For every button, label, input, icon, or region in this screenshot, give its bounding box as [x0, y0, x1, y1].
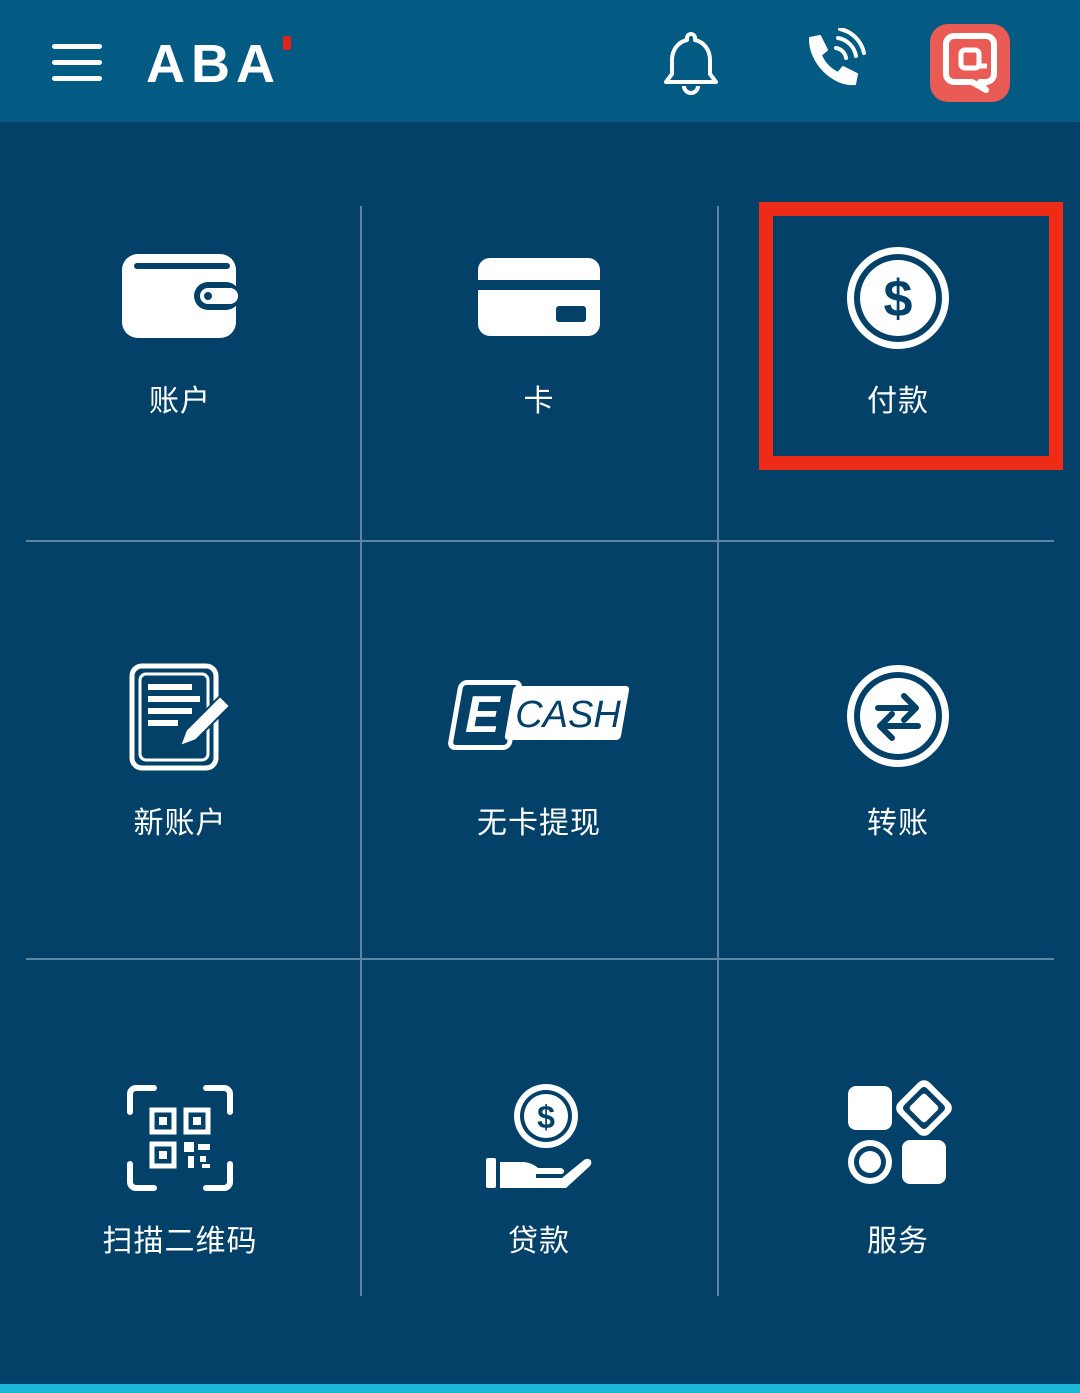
- main-menu-grid: 账户 卡 $ 付款 新账户 E CASH 无卡提现 转账 扫描二维码 $ 贷款 …: [0, 122, 1080, 1384]
- tile-label: 新账户: [133, 806, 227, 841]
- tile-label: 服务: [867, 1224, 929, 1259]
- menu-tile-loans[interactable]: $ 贷款: [361, 960, 717, 1296]
- ecash-text: CASH: [515, 694, 621, 736]
- tile-label: 转账: [867, 806, 929, 841]
- menu-tile-cards[interactable]: 卡: [361, 206, 717, 540]
- phone-icon-svg: [808, 27, 866, 86]
- menu-line: [52, 44, 102, 49]
- logo-red-mark: [283, 36, 291, 50]
- menu-tile-accounts[interactable]: 账户: [2, 206, 358, 540]
- phone-call-icon[interactable]: [796, 27, 866, 98]
- app-logo: ABA: [146, 34, 281, 94]
- tile-label: 付款: [867, 384, 929, 419]
- tile-label: 账户: [149, 384, 211, 419]
- bell-icon-svg: [664, 32, 718, 95]
- grid-divider: [717, 206, 719, 1296]
- tile-label: 无卡提现: [477, 806, 601, 841]
- card-icon: [476, 256, 602, 342]
- svg-text:$: $: [537, 1099, 555, 1135]
- loan-hand-coin-icon: $: [484, 1082, 594, 1196]
- chat-icon-svg: [943, 33, 997, 93]
- dollar-coin-icon: $: [844, 244, 952, 356]
- ecash-icon: E CASH: [446, 678, 630, 754]
- tile-label: 卡: [523, 384, 555, 419]
- new-account-form-icon: [128, 662, 232, 778]
- wallet-icon: [120, 250, 240, 346]
- tile-label: 扫描二维码: [102, 1224, 258, 1259]
- bottom-accent-bar: [0, 1384, 1080, 1393]
- qr-scan-icon: [126, 1084, 234, 1196]
- menu-tile-new-account[interactable]: 新账户: [2, 542, 358, 958]
- menu-line: [52, 60, 102, 65]
- menu-tile-payments[interactable]: $ 付款: [720, 206, 1076, 540]
- bell-icon[interactable]: [656, 28, 726, 98]
- ecash-letter: E: [465, 686, 500, 744]
- menu-line: [52, 76, 102, 81]
- menu-tile-cardless-cash[interactable]: E CASH 无卡提现: [361, 542, 717, 958]
- menu-tile-scan-qr[interactable]: 扫描二维码: [2, 960, 358, 1296]
- chat-at-icon[interactable]: [930, 24, 1010, 102]
- transfer-arrows-icon: [844, 662, 952, 774]
- svg-text:$: $: [884, 270, 913, 328]
- services-grid-icon: [842, 1078, 954, 1194]
- hamburger-menu-icon[interactable]: [52, 44, 102, 82]
- menu-tile-services[interactable]: 服务: [720, 960, 1076, 1296]
- menu-tile-transfer[interactable]: 转账: [720, 542, 1076, 958]
- tile-label: 贷款: [508, 1224, 570, 1259]
- top-app-bar: ABA: [0, 0, 1080, 122]
